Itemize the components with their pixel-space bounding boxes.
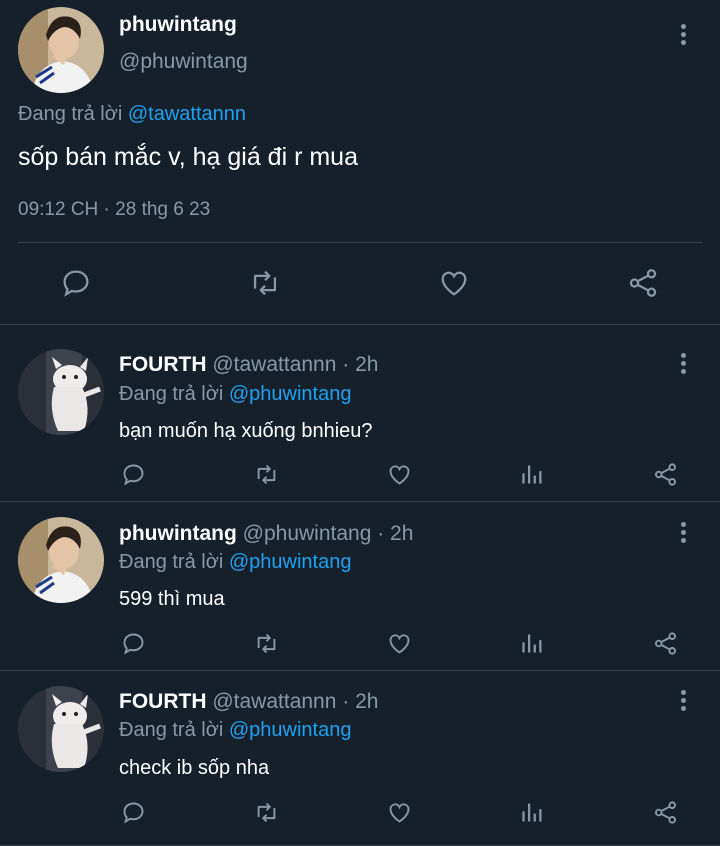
tweet-text: sốp bán mắc v, hạ giá đi r mua (18, 143, 358, 171)
share-icon[interactable] (652, 461, 679, 488)
reply-header[interactable]: phuwintang @phuwintang · 2h (119, 522, 413, 546)
reply-icon[interactable] (120, 461, 147, 488)
analytics-icon[interactable] (519, 630, 546, 657)
divider (18, 242, 702, 243)
display-name[interactable]: phuwintang (119, 13, 237, 37)
mention-link[interactable]: @phuwintang (229, 551, 352, 573)
user-meta: @tawattannn · 2h (212, 353, 379, 376)
analytics-icon[interactable] (519, 799, 546, 826)
replying-prefix: Đang trả lời (119, 551, 224, 573)
replying-prefix: Đang trả lời (18, 103, 123, 125)
reply-tweet[interactable]: phuwintang @phuwintang · 2h Đang trả lời… (0, 502, 720, 671)
avatar[interactable] (18, 7, 104, 93)
reply-header[interactable]: FOURTH @tawattannn · 2h (119, 690, 378, 714)
reply-icon[interactable] (120, 799, 147, 826)
more-options-icon[interactable] (681, 24, 687, 48)
display-name[interactable]: FOURTH (119, 353, 207, 376)
share-icon[interactable] (626, 266, 660, 300)
reply-tweet[interactable]: FOURTH @tawattannn · 2h Đang trả lời @ph… (0, 325, 720, 502)
replying-to: Đang trả lời @phuwintang (119, 719, 351, 742)
like-icon[interactable] (386, 461, 413, 488)
replying-prefix: Đang trả lời (119, 383, 224, 405)
analytics-icon[interactable] (519, 461, 546, 488)
retweet-icon[interactable] (252, 461, 281, 488)
replying-to: Đang trả lời @phuwintang (119, 551, 351, 574)
user-meta: @phuwintang · 2h (242, 522, 414, 545)
main-tweet: phuwintang @phuwintang Đang trả lời @taw… (0, 0, 720, 325)
user-handle[interactable]: @phuwintang (119, 50, 248, 74)
tweet-text: check ib sốp nha (119, 757, 270, 779)
avatar[interactable] (18, 686, 104, 772)
mention-link[interactable]: @phuwintang (229, 383, 352, 405)
more-options-icon[interactable] (681, 522, 687, 546)
mention-link[interactable]: @phuwintang (229, 719, 352, 741)
timestamp[interactable]: 09:12 CH · 28 thg 6 23 (18, 199, 210, 221)
reply-icon[interactable] (120, 630, 147, 657)
avatar[interactable] (18, 349, 104, 435)
more-options-icon[interactable] (681, 690, 687, 714)
retweet-icon[interactable] (252, 799, 281, 826)
retweet-icon[interactable] (247, 266, 283, 300)
replying-prefix: Đang trả lời (119, 719, 224, 741)
tweet-text: bạn muốn hạ xuống bnhieu? (119, 420, 373, 442)
display-name[interactable]: FOURTH (119, 690, 207, 713)
reply-header[interactable]: FOURTH @tawattannn · 2h (119, 353, 378, 377)
like-icon[interactable] (386, 630, 413, 657)
display-name[interactable]: phuwintang (119, 522, 237, 545)
like-icon[interactable] (437, 266, 471, 300)
reply-tweet[interactable]: FOURTH @tawattannn · 2h Đang trả lời @ph… (0, 671, 720, 846)
replying-to: Đang trả lời @tawattannn (18, 103, 246, 126)
more-options-icon[interactable] (681, 353, 687, 377)
avatar[interactable] (18, 517, 104, 603)
replying-to: Đang trả lời @phuwintang (119, 383, 351, 406)
share-icon[interactable] (652, 799, 679, 826)
user-meta: @tawattannn · 2h (212, 690, 379, 713)
retweet-icon[interactable] (252, 630, 281, 657)
reply-icon[interactable] (59, 266, 93, 300)
like-icon[interactable] (386, 799, 413, 826)
mention-link[interactable]: @tawattannn (128, 103, 246, 125)
tweet-text: 599 thì mua (119, 588, 225, 610)
share-icon[interactable] (652, 630, 679, 657)
